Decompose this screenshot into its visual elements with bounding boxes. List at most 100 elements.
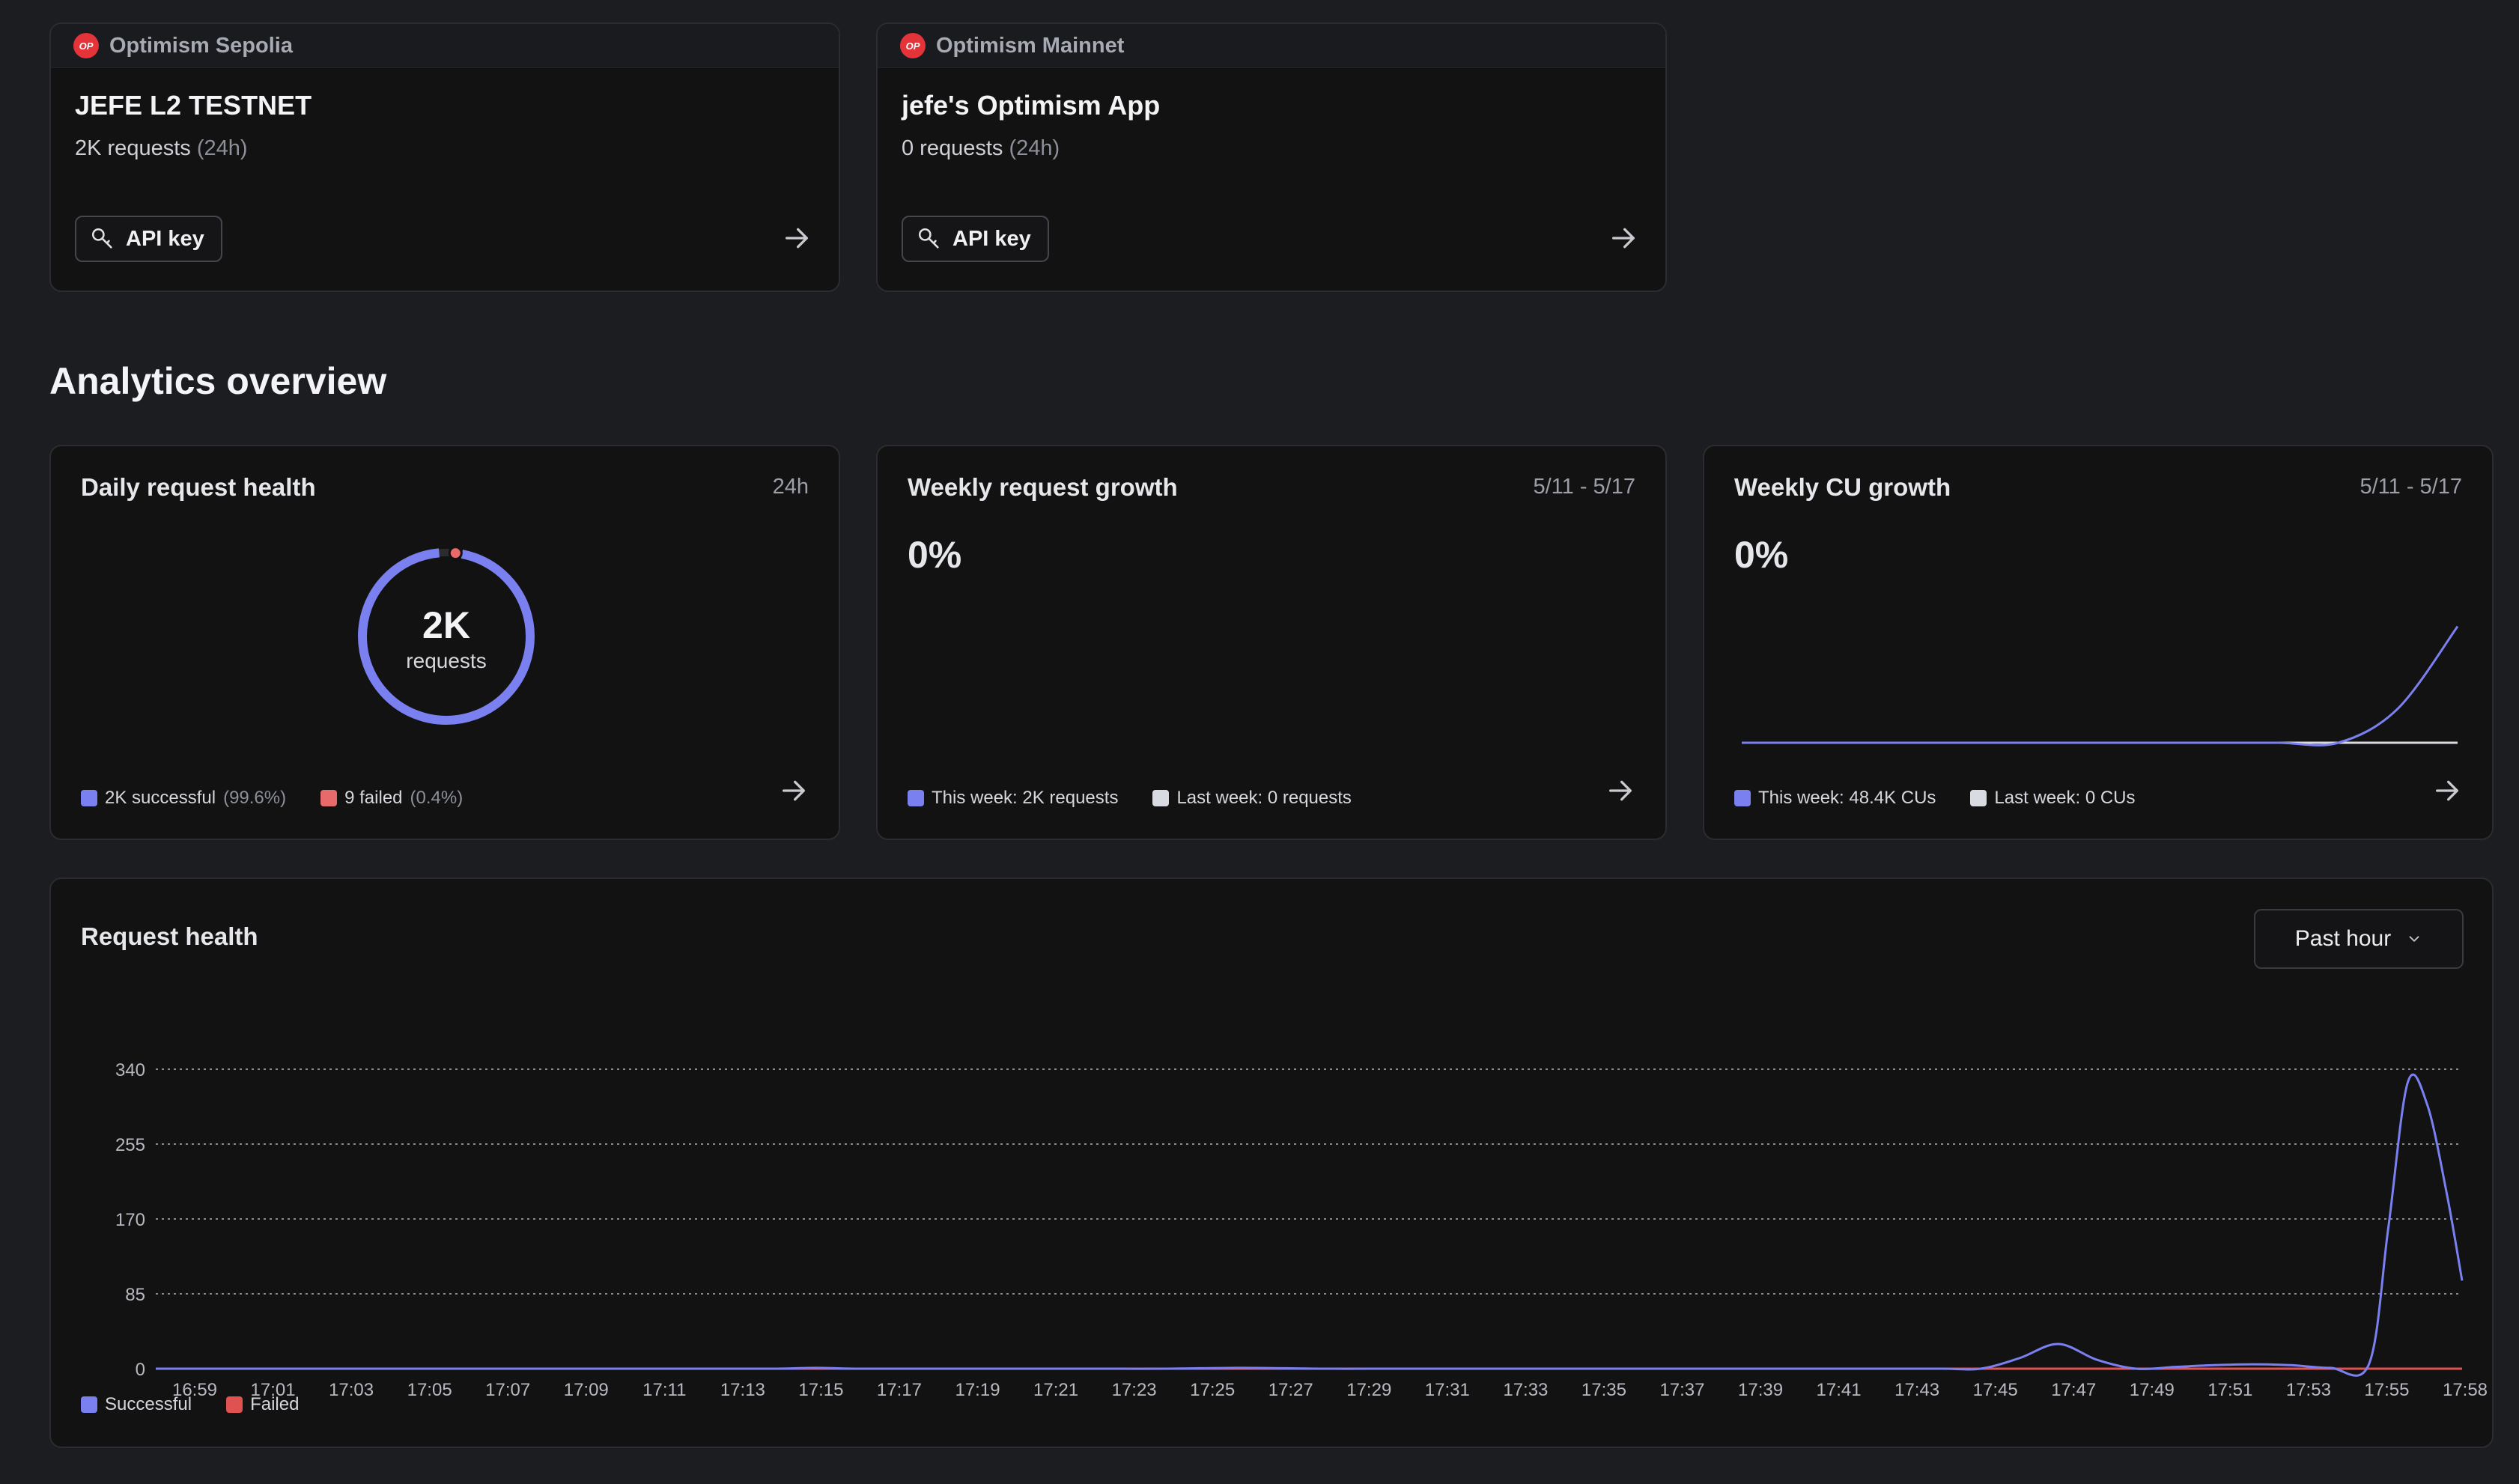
card-title: Daily request health: [81, 473, 316, 501]
y-tick-label: 340: [115, 1060, 145, 1080]
legend-label: Last week: 0 CUs: [1994, 788, 2136, 808]
x-tick-label: 17:05: [407, 1380, 452, 1400]
app-requests: 2K requests (24h): [75, 136, 248, 161]
daily-request-health-card[interactable]: Daily request health 24h 2K requests 2K …: [49, 445, 840, 840]
x-tick-label: 17:35: [1581, 1380, 1626, 1400]
legend-item: Successful: [81, 1394, 192, 1415]
api-key-label: API key: [126, 226, 204, 251]
legend-item: Last week: 0 requests: [1152, 788, 1352, 809]
x-tick-label: 17:29: [1346, 1380, 1391, 1400]
legend-swatch: [1734, 790, 1751, 806]
network-name: Optimism Sepolia: [109, 33, 293, 58]
x-tick-label: 17:03: [329, 1380, 374, 1400]
x-tick-label: 17:49: [2130, 1380, 2175, 1400]
app-requests-count: 0 requests: [902, 136, 1003, 160]
optimism-logo-icon: OP: [73, 33, 99, 58]
chart-legend: This week: 48.4K CUs Last week: 0 CUs: [1734, 788, 2136, 809]
x-tick-label: 17:09: [564, 1380, 609, 1400]
x-tick-label: 17:45: [1973, 1380, 2018, 1400]
y-tick-label: 85: [125, 1285, 145, 1305]
x-tick-label: 17:58: [2443, 1380, 2488, 1400]
legend-label: This week: 2K requests: [932, 788, 1119, 808]
legend-label: Successful: [105, 1394, 192, 1414]
card-range: 24h: [772, 475, 809, 499]
legend-item: 9 failed (0.4%): [320, 788, 463, 809]
app-card[interactable]: OP Optimism Mainnet jefe's Optimism App …: [876, 22, 1667, 292]
series-line-successful: [156, 1073, 2464, 1377]
x-tick-label: 17:41: [1817, 1380, 1862, 1400]
legend-label: Last week: 0 requests: [1176, 788, 1352, 808]
request-health-chart: 08517025534016:59 17:01 17:03 17:05 17:07 17:…: [115, 1060, 2488, 1400]
cu-growth-chart: [1741, 625, 2459, 746]
app-card[interactable]: OP Optimism Sepolia JEFE L2 TESTNET 2K r…: [49, 22, 840, 292]
legend-swatch: [81, 1396, 97, 1413]
x-tick-label: 17:21: [1033, 1380, 1078, 1400]
x-tick-label: 17:51: [2207, 1380, 2252, 1400]
legend-swatch: [1152, 790, 1170, 806]
chevron-down-icon: [2409, 936, 2419, 942]
legend-swatch: [226, 1396, 243, 1413]
legend-swatch: [908, 790, 924, 806]
y-tick-label: 170: [115, 1210, 145, 1230]
x-tick-label: 17:37: [1659, 1380, 1704, 1400]
x-tick-label: 17:13: [720, 1380, 765, 1400]
growth-value: 0%: [908, 534, 962, 576]
app-requests-count: 2K requests: [75, 136, 191, 160]
chart-legend: 2K successful (99.6%) 9 failed (0.4%): [81, 788, 463, 809]
legend-item: 2K successful (99.6%): [81, 788, 286, 809]
app-card-header: OP Optimism Sepolia: [51, 24, 839, 68]
card-title: Request health: [81, 922, 258, 950]
legend-swatch: [320, 790, 338, 806]
legend-item: This week: 2K requests: [908, 788, 1118, 809]
donut-slice-failed: [448, 546, 463, 561]
x-tick-label: 17:47: [2051, 1380, 2096, 1400]
app-name: jefe's Optimism App: [902, 90, 1161, 121]
y-tick-label: 255: [115, 1135, 145, 1155]
x-tick-label: 17:07: [485, 1380, 530, 1400]
legend-item: Failed: [226, 1394, 299, 1415]
chart-legend: Successful Failed: [81, 1394, 299, 1415]
legend-extra: (99.6%): [223, 788, 287, 808]
chart-legend: This week: 2K requests Last week: 0 requ…: [908, 788, 1352, 809]
x-tick-label: 17:31: [1425, 1380, 1470, 1400]
optimism-logo-icon: OP: [900, 33, 926, 58]
network-name: Optimism Mainnet: [936, 33, 1125, 58]
weekly-request-growth-card[interactable]: Weekly request growth 5/11 - 5/17 0% Thi…: [876, 445, 1667, 840]
api-key-button[interactable]: API key: [75, 216, 222, 262]
app-name: JEFE L2 TESTNET: [75, 90, 312, 121]
x-tick-label: 17:25: [1190, 1380, 1235, 1400]
arrow-right-icon[interactable]: [782, 223, 812, 253]
arrow-right-icon[interactable]: [1605, 776, 1635, 806]
x-tick-label: 17:17: [877, 1380, 922, 1400]
dropdown-value: Past hour: [2294, 926, 2392, 951]
request-health-card: Request health Past hour 0 85 170 255 340 16:…: [49, 878, 2494, 1448]
donut-center-value: 2K: [422, 604, 470, 646]
arrow-right-icon[interactable]: [779, 776, 809, 806]
donut-center-label: requests: [406, 649, 486, 672]
app-card-header: OP Optimism Mainnet: [878, 24, 1665, 68]
legend-label: 9 failed: [344, 788, 403, 808]
legend-item: This week: 48.4K CUs: [1734, 788, 1936, 809]
arrow-right-icon[interactable]: [2432, 776, 2462, 806]
app-requests-period: (24h): [1009, 136, 1060, 160]
x-tick-label: 17:15: [798, 1380, 843, 1400]
key-icon: [918, 228, 939, 249]
x-tick-label: 17:53: [2286, 1380, 2331, 1400]
api-key-label: API key: [952, 226, 1031, 251]
legend-item: Last week: 0 CUs: [1970, 788, 2136, 809]
card-range: 5/11 - 5/17: [1533, 475, 1635, 499]
x-tick-label: 17:33: [1503, 1380, 1548, 1400]
legend-label: This week: 48.4K CUs: [1758, 788, 1936, 808]
api-key-button[interactable]: API key: [902, 216, 1049, 262]
series-line-this-week: [1741, 625, 2459, 746]
x-tick-label: 17:11: [642, 1380, 686, 1400]
arrow-right-icon[interactable]: [1608, 223, 1638, 253]
donut-chart: 2K requests: [358, 546, 535, 725]
weekly-cu-growth-card[interactable]: Weekly CU growth 5/11 - 5/17 0% This wee…: [1703, 445, 2494, 840]
x-tick-label: 17:43: [1894, 1380, 1939, 1400]
key-icon: [91, 228, 112, 249]
x-tick-label: 17:19: [955, 1380, 1000, 1400]
x-tick-label: 17:55: [2364, 1380, 2409, 1400]
time-range-dropdown[interactable]: Past hour: [2254, 909, 2464, 969]
y-tick-label: 0: [136, 1360, 145, 1380]
